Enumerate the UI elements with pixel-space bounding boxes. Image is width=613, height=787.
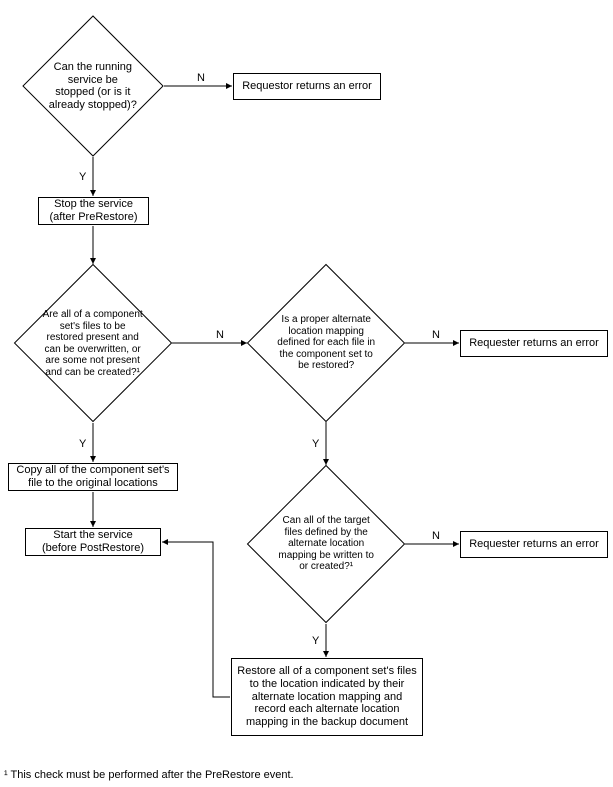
process-text: Start the service (before PostRestore) xyxy=(42,529,144,554)
process-text: Requester returns an error xyxy=(469,337,599,350)
decision-alt-location-defined: Is a proper alternate location mapping d… xyxy=(247,264,405,422)
edge-label-y: Y xyxy=(79,438,86,450)
process-text: Requestor returns an error xyxy=(242,80,372,93)
decision-text: Are all of a component set's files to be… xyxy=(42,309,144,378)
edge-label-y: Y xyxy=(312,438,319,450)
process-requestor-error-1: Requestor returns an error xyxy=(233,73,381,100)
process-text: Copy all of the component set's file to … xyxy=(13,464,173,489)
edge-label-y: Y xyxy=(312,635,319,647)
decision-files-present: Are all of a component set's files to be… xyxy=(14,264,172,422)
edge-label-n: N xyxy=(197,72,205,84)
edge-label-n: N xyxy=(216,329,224,341)
process-copy-originals: Copy all of the component set's file to … xyxy=(8,463,178,491)
decision-targets-writable: Can all of the target files defined by t… xyxy=(247,465,405,623)
process-stop-service: Stop the service (after PreRestore) xyxy=(38,197,149,225)
decision-text: Is a proper alternate location mapping d… xyxy=(275,314,377,372)
process-requester-error-3: Requester returns an error xyxy=(460,531,608,558)
process-text: Requester returns an error xyxy=(469,538,599,551)
process-restore-alt-locations: Restore all of a component set's files t… xyxy=(231,658,423,736)
decision-text: Can the running service be stopped (or i… xyxy=(48,61,138,112)
process-requester-error-2: Requester returns an error xyxy=(460,330,608,357)
process-start-service: Start the service (before PostRestore) xyxy=(25,528,161,556)
decision-text: Can all of the target files defined by t… xyxy=(275,515,377,573)
process-text: Stop the service (after PreRestore) xyxy=(49,198,137,223)
footnote-text: ¹ This check must be performed after the… xyxy=(4,769,294,781)
process-text: Restore all of a component set's files t… xyxy=(236,665,418,728)
decision-can-service-stop: Can the running service be stopped (or i… xyxy=(22,15,163,156)
edge-label-y: Y xyxy=(79,171,86,183)
edge-label-n: N xyxy=(432,530,440,542)
edge-label-n: N xyxy=(432,329,440,341)
